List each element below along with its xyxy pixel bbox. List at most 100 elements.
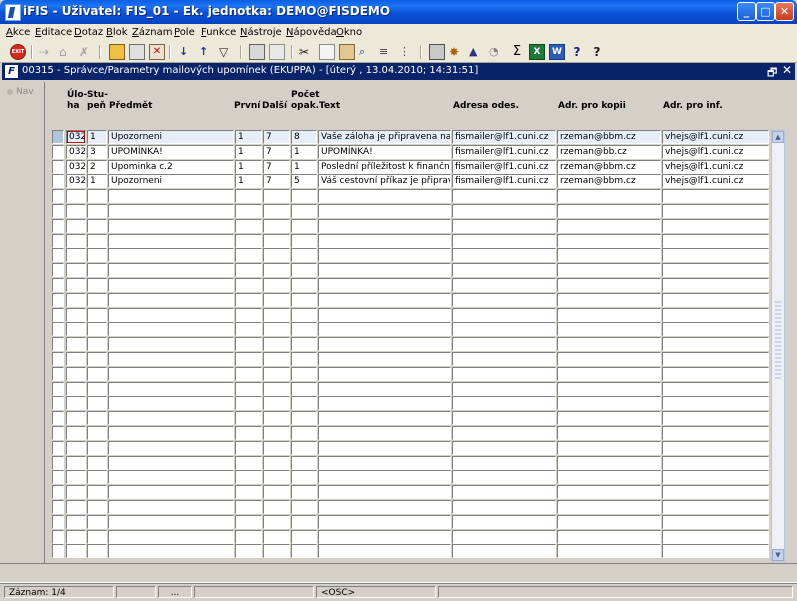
cell-inf[interactable] — [662, 204, 769, 218]
cut-icon[interactable]: ✂ — [299, 44, 315, 60]
cell-inf[interactable] — [662, 514, 769, 529]
cell-text[interactable] — [318, 544, 451, 559]
calculator-icon[interactable] — [429, 44, 445, 60]
cell-uloha[interactable] — [66, 292, 86, 307]
cell-prvni[interactable] — [235, 544, 262, 559]
cell-text[interactable] — [318, 411, 451, 426]
cell-uloha[interactable] — [66, 233, 86, 248]
cell-pocet[interactable] — [291, 381, 317, 396]
cell-inf[interactable]: vhejs@lf1.cuni.cz — [662, 159, 769, 174]
cell-kopie[interactable] — [557, 514, 661, 529]
cell-adresa[interactable] — [452, 233, 556, 248]
title-bar[interactable]: iFIS - Uživatel: FIS_01 - Ek. jednotka: … — [0, 0, 797, 24]
cell-kopie[interactable]: rzeman@bbm.cz — [557, 174, 661, 189]
cell-stupen[interactable] — [87, 322, 107, 337]
cell-prvni[interactable] — [235, 204, 262, 218]
cell-predmet[interactable] — [108, 426, 234, 440]
cell-stupen[interactable] — [87, 411, 107, 426]
find-icon[interactable]: ⌕ — [359, 44, 375, 60]
cell-pocet[interactable]: 8 — [291, 130, 317, 144]
menu-funkce[interactable]: Funkce — [201, 27, 236, 38]
cell-adresa[interactable] — [452, 248, 556, 263]
cell-inf[interactable] — [662, 337, 769, 352]
cell-inf[interactable] — [662, 440, 769, 455]
cell-dalsi[interactable] — [263, 366, 290, 381]
cell-dalsi[interactable]: 7 — [263, 159, 290, 174]
cell-prvni[interactable] — [235, 440, 262, 455]
warning-icon[interactable]: ▲ — [469, 44, 485, 60]
cell-inf[interactable] — [662, 248, 769, 263]
table-row[interactable]: 032 3 UPOMÍNKA! 1 7 1 UPOMÍNKA! fismailer@lf1.c… — [52, 144, 770, 160]
empty-row[interactable] — [52, 381, 770, 397]
menu-zaznam[interactable]: Záznam — [132, 27, 172, 38]
cell-kopie[interactable] — [557, 307, 661, 322]
cell-text[interactable] — [318, 263, 451, 278]
cell-stupen[interactable] — [87, 263, 107, 278]
copy-icon[interactable] — [319, 44, 335, 60]
cell-dalsi[interactable] — [263, 485, 290, 500]
cell-kopie[interactable]: rzeman@bb.cz — [557, 144, 661, 159]
cell-uloha[interactable] — [66, 440, 86, 455]
cell-stupen[interactable] — [87, 278, 107, 292]
cell-adresa[interactable] — [452, 263, 556, 278]
empty-row[interactable] — [52, 204, 770, 219]
cell-pocet[interactable] — [291, 396, 317, 411]
exit-icon[interactable]: EXIT — [10, 44, 26, 60]
empty-row[interactable] — [52, 233, 770, 249]
row-selector[interactable] — [52, 130, 64, 144]
cell-inf[interactable] — [662, 411, 769, 426]
cell-kopie[interactable] — [557, 248, 661, 263]
cell-predmet[interactable]: Upozorneni — [108, 174, 234, 189]
cell-text[interactable] — [318, 204, 451, 218]
cell-dalsi[interactable] — [263, 455, 290, 470]
cell-pocet[interactable] — [291, 248, 317, 263]
cell-uloha[interactable] — [66, 529, 86, 544]
cell-predmet[interactable] — [108, 204, 234, 218]
cell-uloha[interactable] — [66, 278, 86, 292]
cell-adresa[interactable] — [452, 470, 556, 485]
cell-adresa[interactable] — [452, 322, 556, 337]
cell-prvni[interactable]: 1 — [235, 159, 262, 174]
cell-dalsi[interactable] — [263, 470, 290, 485]
cell-text[interactable] — [318, 322, 451, 337]
cell-stupen[interactable] — [87, 500, 107, 514]
cell-dalsi[interactable] — [263, 248, 290, 263]
cell-stupen[interactable] — [87, 189, 107, 204]
cell-stupen[interactable] — [87, 337, 107, 352]
sort-desc-icon[interactable]: ↑ — [199, 44, 215, 60]
cell-uloha[interactable] — [66, 514, 86, 529]
cell-kopie[interactable] — [557, 500, 661, 514]
cell-predmet[interactable] — [108, 381, 234, 396]
cell-dalsi[interactable] — [263, 411, 290, 426]
cell-inf[interactable] — [662, 500, 769, 514]
cell-predmet[interactable] — [108, 485, 234, 500]
cell-pocet[interactable] — [291, 218, 317, 233]
cell-dalsi[interactable]: 7 — [263, 144, 290, 159]
row-selector[interactable] — [52, 366, 64, 381]
cell-adresa[interactable] — [452, 529, 556, 544]
cell-uloha[interactable] — [66, 352, 86, 366]
cell-dalsi[interactable] — [263, 544, 290, 559]
cell-prvni[interactable] — [235, 485, 262, 500]
row-selector[interactable] — [52, 426, 64, 440]
cell-uloha[interactable] — [66, 307, 86, 322]
chart-icon[interactable]: ◔ — [489, 44, 505, 60]
cell-uloha[interactable] — [66, 485, 86, 500]
cell-uloha[interactable] — [66, 381, 86, 396]
cell-adresa[interactable] — [452, 352, 556, 366]
cell-dalsi[interactable] — [263, 500, 290, 514]
empty-row[interactable] — [52, 189, 770, 204]
cell-kopie[interactable] — [557, 322, 661, 337]
cell-predmet[interactable] — [108, 263, 234, 278]
cell-predmet[interactable] — [108, 366, 234, 381]
scroll-down-icon[interactable]: ▼ — [772, 549, 784, 561]
row-selector[interactable] — [52, 174, 64, 189]
row-selector[interactable] — [52, 159, 64, 174]
cell-stupen[interactable] — [87, 485, 107, 500]
cell-inf[interactable] — [662, 292, 769, 307]
empty-row[interactable] — [52, 529, 770, 545]
cell-uloha[interactable] — [66, 366, 86, 381]
cell-pocet[interactable] — [291, 529, 317, 544]
cell-kopie[interactable] — [557, 544, 661, 559]
cell-kopie[interactable] — [557, 440, 661, 455]
